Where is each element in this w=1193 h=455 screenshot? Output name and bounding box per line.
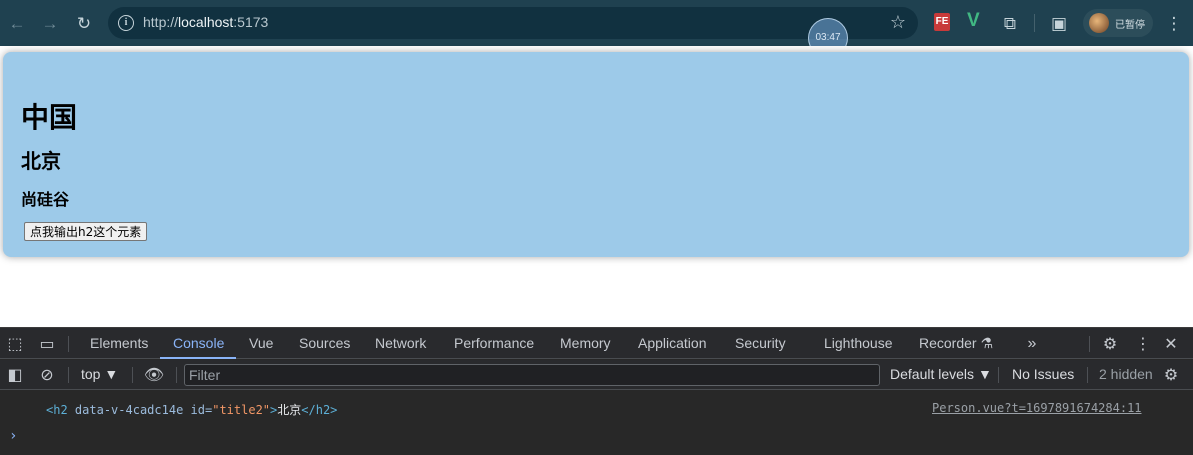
console-log-entry: <h2 data-v-4cadc14e id="title2">北京</h2> … <box>0 392 1193 422</box>
divider <box>1087 367 1088 383</box>
url-text[interactable]: http://localhost:5173 <box>143 14 268 30</box>
active-tab-indicator <box>160 357 236 359</box>
console-filter-bar: ◧ ⊘ top ▼ 👁 Filter Default levels ▼ No I… <box>0 360 1193 390</box>
dropdown-caret-icon: ▼ <box>977 366 992 382</box>
sidebar-toggle-icon[interactable]: ◧ <box>4 364 26 386</box>
profile-button[interactable]: 已暂停 <box>1083 9 1153 37</box>
heading-org: 尚硅谷 <box>21 192 70 209</box>
reload-icon[interactable]: ↻ <box>73 12 95 34</box>
bookmark-star-icon[interactable]: ☆ <box>890 12 906 33</box>
browser-toolbar: ← → ↻ i http://localhost:5173 ☆ FE V ⧉ ▣… <box>0 0 1193 46</box>
tab-application[interactable]: Application <box>638 335 707 351</box>
tab-security[interactable]: Security <box>735 335 786 351</box>
toolbar-divider <box>1034 14 1035 32</box>
hidden-count: 2 hidden <box>1099 366 1153 382</box>
log-h2-button[interactable]: 点我输出h2这个元素 <box>24 222 148 241</box>
devtools-panel: ⬚ ▭ Elements Console Vue Sources Network… <box>0 327 1193 455</box>
forward-arrow-icon[interactable]: → <box>39 12 61 34</box>
info-icon[interactable]: i <box>118 15 134 31</box>
address-bar[interactable]: i http://localhost:5173 ☆ <box>108 7 918 39</box>
page-viewport: 中国 北京 尚硅谷 点我输出h2这个元素 <box>0 46 1193 327</box>
device-toolbar-icon[interactable]: ▭ <box>36 333 58 355</box>
tab-lighthouse[interactable]: Lighthouse <box>824 335 893 351</box>
tab-memory[interactable]: Memory <box>560 335 611 351</box>
devtools-tab-bar: ⬚ ▭ Elements Console Vue Sources Network… <box>0 328 1193 359</box>
tab-network[interactable]: Network <box>375 335 426 351</box>
extensions-puzzle-icon[interactable]: ⧉ <box>999 12 1021 34</box>
tab-elements[interactable]: Elements <box>90 335 148 351</box>
person-card: 中国 北京 尚硅谷 点我输出h2这个元素 <box>3 52 1189 257</box>
log-levels-dropdown[interactable]: Default levels ▼ <box>890 366 992 382</box>
vue-devtools-extension-icon[interactable]: V <box>967 10 980 32</box>
divider <box>1089 336 1090 352</box>
console-prompt[interactable]: › <box>9 428 17 444</box>
eye-icon[interactable]: 👁 <box>143 364 165 386</box>
divider <box>68 336 69 352</box>
dropdown-caret-icon: ▼ <box>104 366 119 382</box>
tab-sources[interactable]: Sources <box>299 335 350 351</box>
avatar <box>1089 13 1109 33</box>
divider <box>176 367 177 383</box>
tab-vue[interactable]: Vue <box>249 335 273 351</box>
issues-button[interactable]: No Issues <box>1012 366 1074 382</box>
fe-extension-icon[interactable]: FE <box>934 13 950 31</box>
flask-icon: ⚗ <box>980 335 994 351</box>
source-link[interactable]: Person.vue?t=1697891674284:11 <box>932 401 1142 415</box>
clear-console-icon[interactable]: ⊘ <box>36 364 58 386</box>
heading-country: 中国 <box>21 102 78 133</box>
kebab-menu-icon[interactable]: ⋮ <box>1163 12 1185 34</box>
settings-gear-icon[interactable]: ⚙ <box>1099 333 1121 355</box>
divider <box>132 367 133 383</box>
profile-status-label: 已暂停 <box>1115 20 1145 31</box>
side-panel-icon[interactable]: ▣ <box>1048 12 1070 34</box>
divider <box>68 367 69 383</box>
heading-city: 北京 <box>21 151 61 173</box>
tab-performance[interactable]: Performance <box>454 335 534 351</box>
more-tabs-chevron-icon[interactable]: » <box>1021 333 1043 355</box>
tab-console[interactable]: Console <box>173 335 224 351</box>
kebab-menu-icon[interactable]: ⋮ <box>1132 333 1154 355</box>
close-icon[interactable]: ✕ <box>1160 333 1182 355</box>
tab-recorder[interactable]: Recorder ⚗ <box>919 335 993 352</box>
divider <box>998 367 999 383</box>
context-selector[interactable]: top ▼ <box>81 366 118 382</box>
logged-element[interactable]: <h2 data-v-4cadc14e id="title2">北京</h2> <box>46 401 337 418</box>
back-arrow-icon[interactable]: ← <box>6 12 28 34</box>
console-settings-gear-icon[interactable]: ⚙ <box>1160 364 1182 386</box>
inspect-element-icon[interactable]: ⬚ <box>4 333 26 355</box>
filter-input[interactable]: Filter <box>184 364 880 386</box>
